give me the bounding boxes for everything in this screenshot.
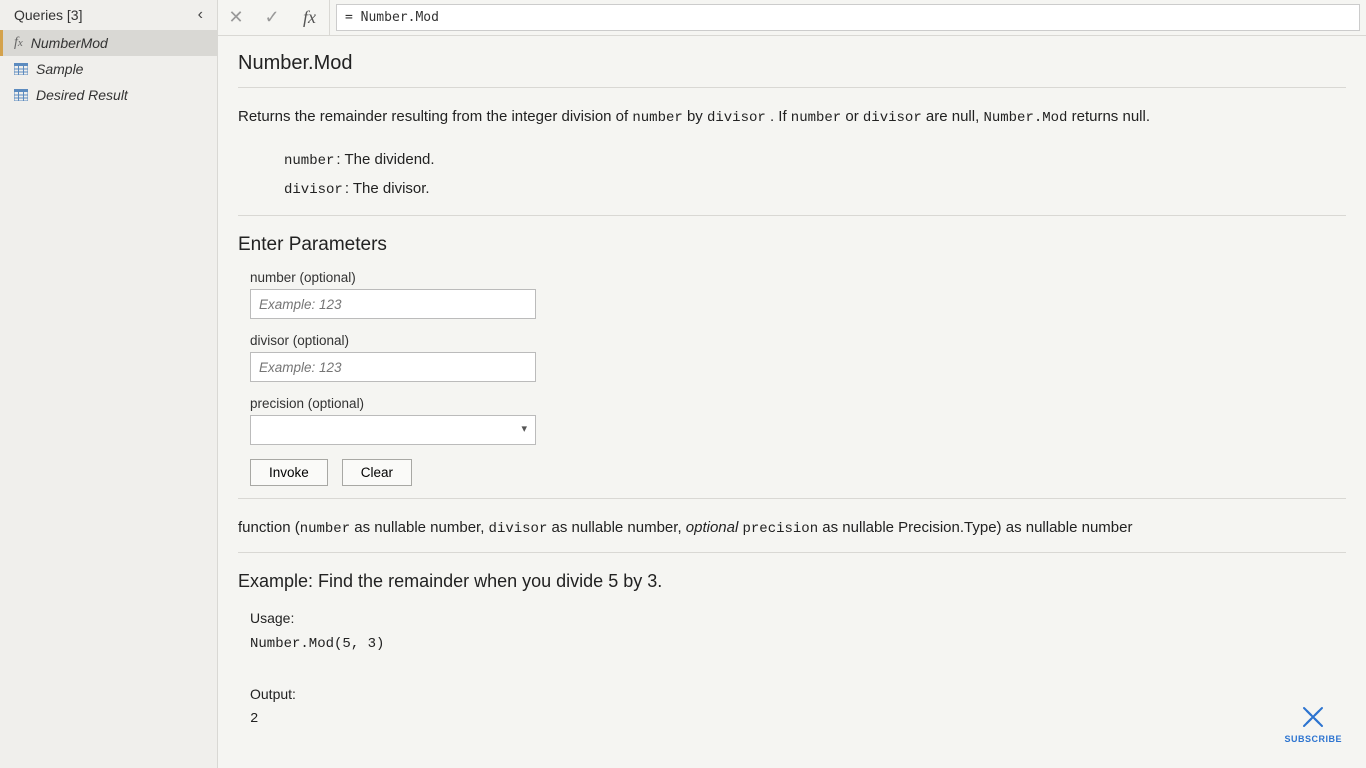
cancel-formula-icon[interactable]: ✕ (218, 0, 254, 35)
param-number-input[interactable] (250, 289, 536, 319)
subscribe-label: SUBSCRIBE (1284, 734, 1342, 744)
button-row: Invoke Clear (250, 459, 1346, 486)
subscribe-badge[interactable]: SUBSCRIBE (1284, 702, 1342, 744)
function-signature: function (number as nullable number, div… (238, 517, 1346, 540)
query-item-sample[interactable]: Sample (0, 56, 217, 82)
desc-text: Returns the remainder resulting from the… (238, 108, 632, 125)
query-item-desired-result[interactable]: Desired Result (0, 82, 217, 108)
param-name: number (284, 153, 334, 169)
query-item-numbermod[interactable]: fx NumberMod (0, 30, 217, 56)
collapse-sidebar-icon[interactable]: ‹ (194, 6, 207, 24)
sig-text: as nullable number, (547, 519, 685, 536)
desc-code: divisor (863, 110, 922, 126)
param-number-label: number (optional) (250, 270, 536, 285)
param-text: : The divisor. (345, 180, 430, 197)
queries-sidebar: Queries [3] ‹ fx NumberMod Sample (0, 0, 218, 768)
desc-code: Number.Mod (983, 110, 1067, 126)
param-precision: precision (optional) (250, 396, 536, 445)
param-definitions: number: The dividend. divisor: The divis… (284, 146, 1346, 203)
divider (238, 215, 1346, 216)
param-precision-select[interactable] (250, 415, 536, 445)
example-block: Usage: Number.Mod(5, 3) Output: 2 (250, 606, 1346, 732)
query-item-label: Sample (36, 61, 83, 77)
formula-input[interactable] (336, 4, 1360, 31)
param-text: : The dividend. (336, 151, 434, 168)
dna-icon (1298, 702, 1328, 732)
formula-bar: ✕ ✓ fx (218, 0, 1366, 36)
divider (238, 87, 1346, 88)
fx-label[interactable]: fx (290, 0, 330, 35)
desc-text: by (687, 108, 707, 125)
divider (238, 552, 1346, 553)
usage-label: Usage: (250, 610, 294, 626)
function-title: Number.Mod (238, 52, 1346, 75)
sig-code: number (300, 521, 350, 537)
query-item-label: NumberMod (31, 35, 108, 51)
divider (238, 498, 1346, 499)
sig-code: precision (743, 521, 819, 537)
sig-text: as nullable number, (350, 519, 488, 536)
query-item-label: Desired Result (36, 87, 128, 103)
sidebar-title: Queries [3] (14, 7, 82, 23)
desc-code: divisor (707, 110, 766, 126)
enter-parameters-title: Enter Parameters (238, 234, 1346, 256)
param-def-number: number: The dividend. (284, 146, 1346, 175)
function-description: Returns the remainder resulting from the… (238, 106, 1346, 128)
commit-formula-icon[interactable]: ✓ (254, 0, 290, 35)
table-icon (14, 89, 28, 101)
sig-text: function ( (238, 519, 300, 536)
queries-list: fx NumberMod Sample (0, 30, 217, 108)
usage-code: Number.Mod(5, 3) (250, 632, 1346, 657)
clear-button[interactable]: Clear (342, 459, 412, 486)
param-number: number (optional) (250, 270, 536, 319)
sig-optional: optional (686, 519, 739, 536)
sig-text: as nullable Precision.Type) as nullable … (818, 519, 1132, 536)
desc-text: are null, (926, 108, 984, 125)
output-value: 2 (250, 707, 1346, 732)
desc-text: . If (770, 108, 791, 125)
sig-code: divisor (489, 521, 548, 537)
param-def-divisor: divisor: The divisor. (284, 175, 1346, 204)
param-divisor-label: divisor (optional) (250, 333, 536, 348)
desc-code: number (791, 110, 841, 126)
main-area: ✕ ✓ fx Number.Mod Returns the remainder … (218, 0, 1366, 768)
desc-text: returns null. (1072, 108, 1150, 125)
param-name: divisor (284, 182, 343, 198)
param-divisor-input[interactable] (250, 352, 536, 382)
desc-text: or (845, 108, 863, 125)
desc-code: number (632, 110, 682, 126)
param-precision-label: precision (optional) (250, 396, 536, 411)
table-icon (14, 63, 28, 75)
example-heading: Example: Find the remainder when you div… (238, 571, 1346, 592)
invoke-button[interactable]: Invoke (250, 459, 328, 486)
param-divisor: divisor (optional) (250, 333, 536, 382)
sidebar-header: Queries [3] ‹ (0, 0, 217, 30)
output-label: Output: (250, 686, 296, 702)
function-doc: Number.Mod Returns the remainder resulti… (218, 36, 1366, 768)
fx-icon: fx (14, 35, 23, 51)
